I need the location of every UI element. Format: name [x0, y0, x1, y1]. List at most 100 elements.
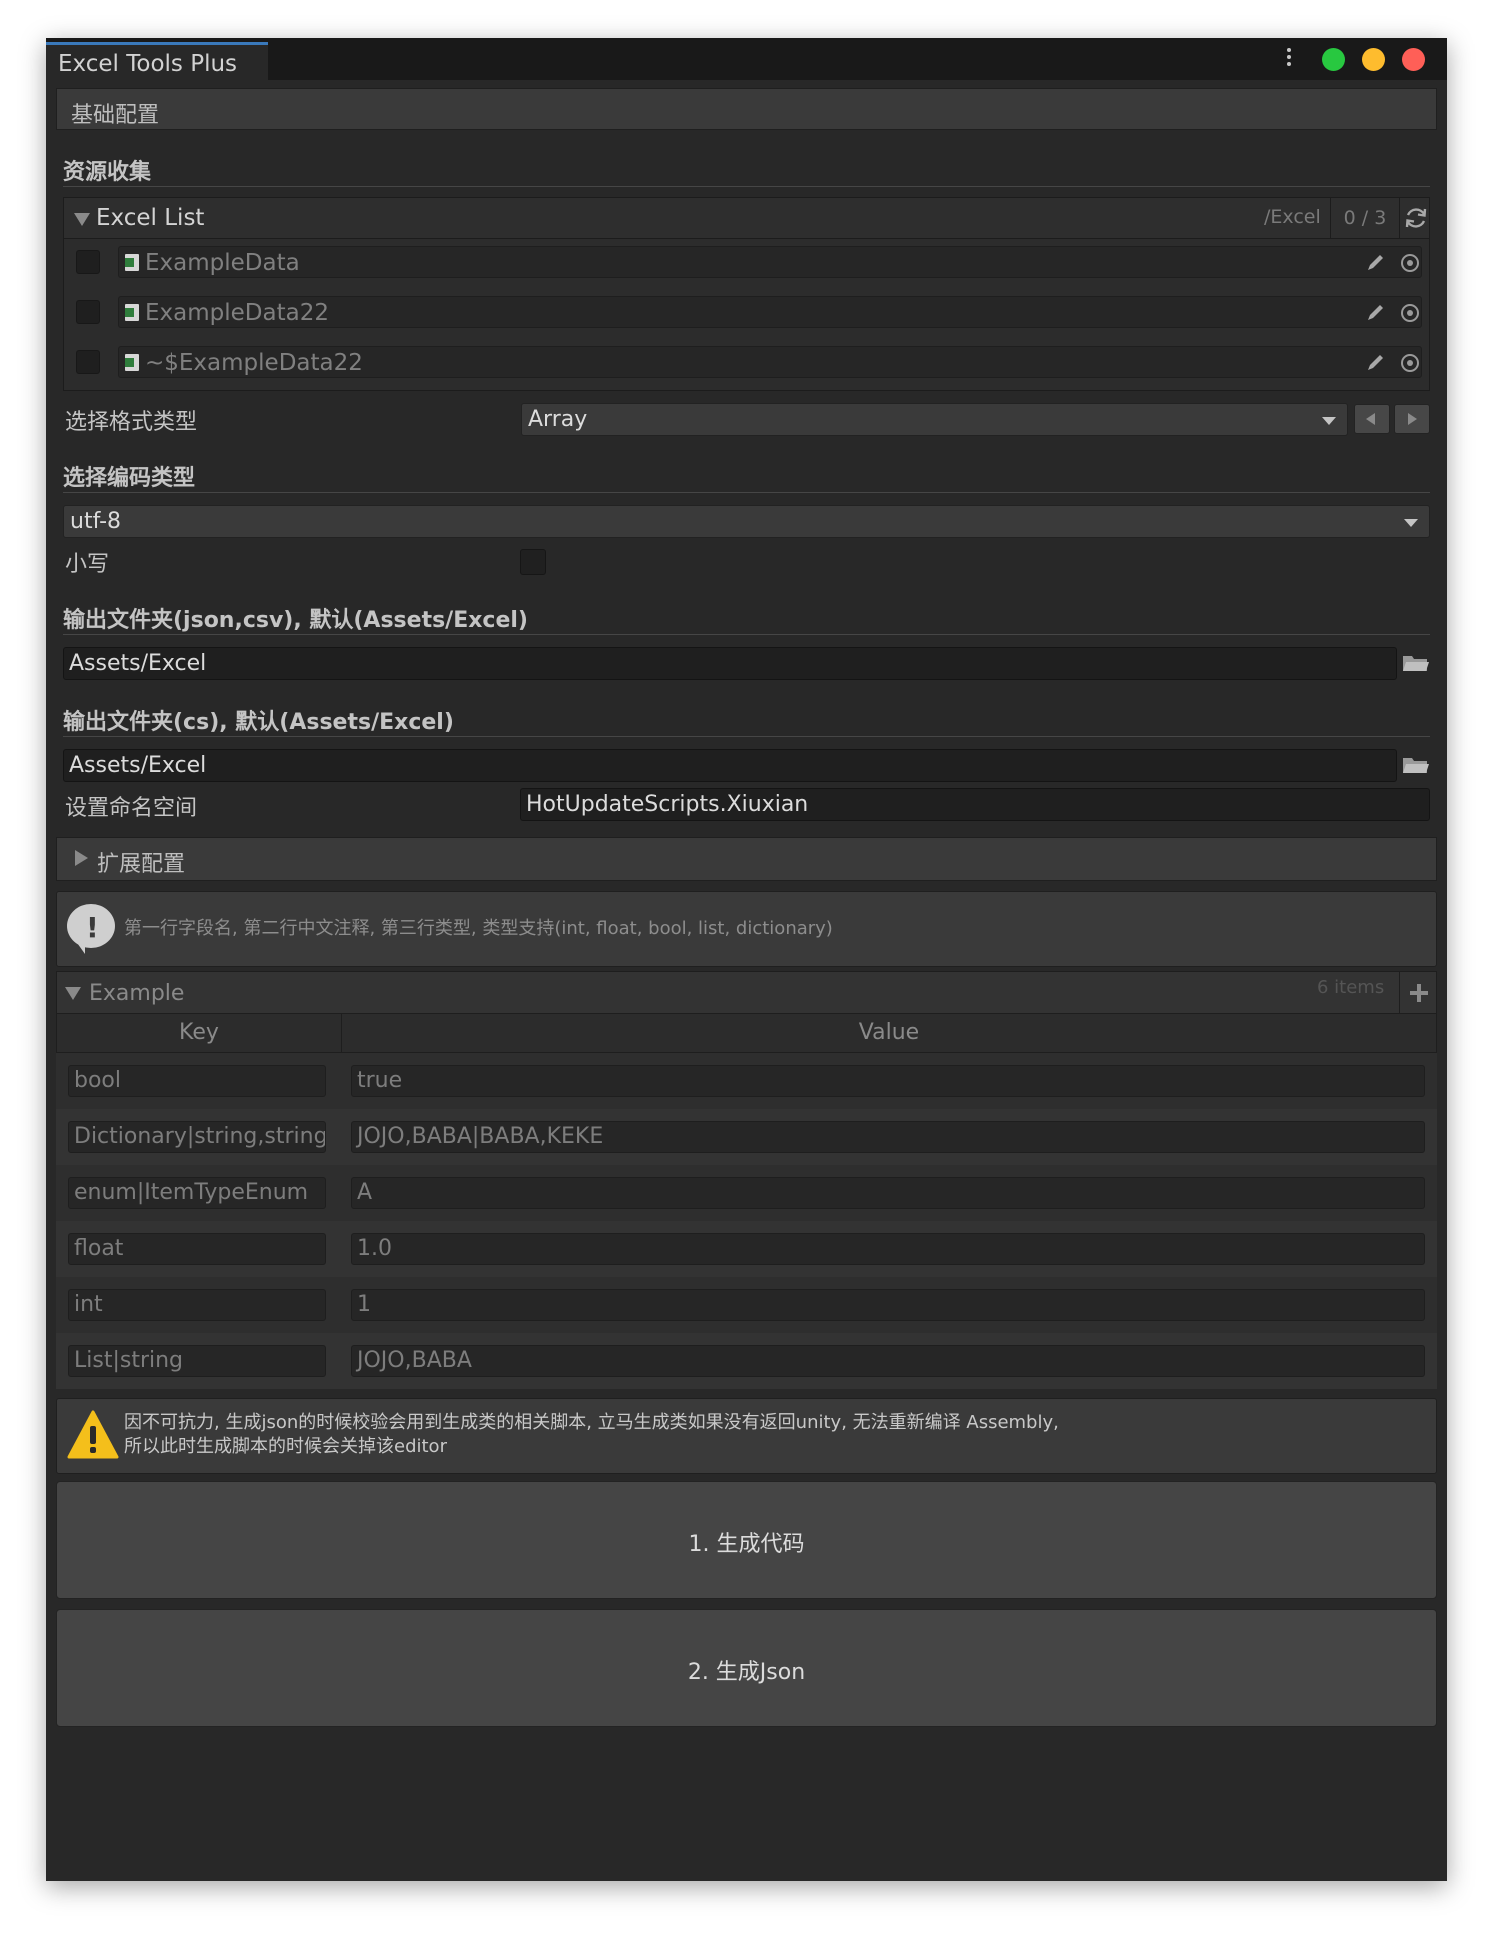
- basic-config-title: 基础配置: [71, 103, 160, 128]
- editor-window: Excel Tools Plus 基础配置 资源收集 Excel List /E…: [46, 38, 1447, 1881]
- warning-line-1: 因不可抗力, 生成json的时候校验会用到生成类的相关脚本, 立马生成类如果没有…: [124, 1412, 1059, 1433]
- pencil-icon[interactable]: [1365, 303, 1387, 323]
- format-type-label: 选择格式类型: [65, 410, 198, 435]
- foldout-expanded-icon[interactable]: [74, 213, 90, 226]
- output-json-heading: 输出文件夹(json,csv), 默认(Assets/Excel): [63, 608, 528, 633]
- foldout-expanded-icon: [65, 987, 81, 1000]
- list-item: ExampleData22: [74, 296, 1422, 328]
- table-row: int 1: [56, 1277, 1437, 1333]
- namespace-field[interactable]: HotUpdateScripts.Xiuxian: [520, 788, 1430, 821]
- info-icon: !: [67, 904, 115, 954]
- object-field[interactable]: ~$ExampleData22: [118, 346, 1422, 378]
- format-type-dropdown[interactable]: Array: [521, 403, 1348, 436]
- excel-list-title: Excel List: [96, 205, 205, 231]
- pencil-icon[interactable]: [1365, 253, 1387, 273]
- resource-collect-heading: 资源收集: [63, 160, 152, 185]
- output-json-path-field[interactable]: Assets/Excel: [63, 647, 1397, 680]
- key-text: bool: [74, 1068, 121, 1093]
- title-bar: Excel Tools Plus: [46, 38, 1447, 80]
- table-row: Dictionary|string,string JOJO,BABA|BABA,…: [56, 1109, 1437, 1165]
- info-text: 第一行字段名, 第二行中文注释, 第三行类型, 类型支持(int, float,…: [124, 918, 833, 939]
- value-field[interactable]: JOJO,BABA|BABA,KEKE: [351, 1121, 1425, 1153]
- item-checkbox[interactable]: [76, 300, 100, 324]
- key-field[interactable]: List|string: [68, 1345, 326, 1377]
- object-picker-icon[interactable]: [1401, 254, 1419, 272]
- key-field[interactable]: int: [68, 1289, 326, 1321]
- key-field[interactable]: enum|ItemTypeEnum: [68, 1177, 326, 1209]
- value-text: A: [357, 1180, 373, 1205]
- lowercase-checkbox[interactable]: [520, 549, 546, 575]
- object-field[interactable]: ExampleData22: [118, 296, 1422, 328]
- more-menu-icon[interactable]: [1286, 48, 1292, 70]
- next-format-button[interactable]: [1394, 404, 1430, 434]
- object-picker-icon[interactable]: [1401, 304, 1419, 322]
- divider: [63, 736, 1430, 737]
- key-field[interactable]: Dictionary|string,string: [68, 1121, 326, 1153]
- encoding-value: utf-8: [70, 509, 122, 534]
- warning-line-2: 所以此时生成脚本的时候会关掉该editor: [124, 1436, 447, 1457]
- value-text: JOJO,BABA|BABA,KEKE: [357, 1124, 604, 1149]
- pencil-icon[interactable]: [1365, 353, 1387, 373]
- value-field[interactable]: A: [351, 1177, 1425, 1209]
- item-checkbox[interactable]: [76, 350, 100, 374]
- value-text: JOJO,BABA: [357, 1348, 472, 1373]
- generate-code-button[interactable]: 1. 生成代码: [56, 1481, 1437, 1599]
- excel-list-path: /Excel: [1264, 206, 1321, 228]
- folder-icon[interactable]: [1402, 755, 1430, 775]
- value-field[interactable]: JOJO,BABA: [351, 1345, 1425, 1377]
- warning-text: 因不可抗力, 生成json的时候校验会用到生成类的相关脚本, 立马生成类如果没有…: [124, 1411, 1059, 1459]
- table-row: enum|ItemTypeEnum A: [56, 1165, 1437, 1221]
- encoding-heading: 选择编码类型: [63, 466, 196, 491]
- generate-code-label: 1. 生成代码: [688, 1532, 805, 1557]
- key-text: Dictionary|string,string: [74, 1124, 326, 1149]
- example-dictionary-header[interactable]: Example 6 items: [56, 971, 1437, 1014]
- chevron-down-icon: [1322, 417, 1336, 425]
- divider: [63, 634, 1430, 635]
- chevron-down-icon: [1404, 519, 1418, 527]
- refresh-icon[interactable]: [1403, 205, 1429, 231]
- value-text: 1.0: [357, 1236, 392, 1261]
- format-type-value: Array: [528, 407, 588, 432]
- excel-file-icon: [125, 254, 139, 271]
- encoding-dropdown[interactable]: utf-8: [63, 505, 1430, 538]
- value-field[interactable]: true: [351, 1065, 1425, 1097]
- object-picker-icon[interactable]: [1401, 354, 1419, 372]
- list-item: ExampleData: [74, 246, 1422, 278]
- output-json-path: Assets/Excel: [69, 651, 207, 676]
- window-tab[interactable]: Excel Tools Plus: [46, 42, 268, 80]
- warning-icon: [67, 1410, 119, 1459]
- output-cs-heading: 输出文件夹(cs), 默认(Assets/Excel): [63, 710, 454, 735]
- value-column-header: Value: [341, 1013, 1437, 1053]
- item-checkbox[interactable]: [76, 250, 100, 274]
- red-close-button[interactable]: [1402, 48, 1425, 71]
- green-window-button[interactable]: [1322, 48, 1345, 71]
- generate-json-label: 2. 生成Json: [687, 1660, 806, 1685]
- example-count: 6 items: [1317, 977, 1385, 998]
- previous-format-button[interactable]: [1354, 404, 1390, 434]
- excel-file-icon: [125, 354, 139, 371]
- key-field[interactable]: bool: [68, 1065, 326, 1097]
- example-title: Example: [89, 981, 185, 1006]
- folder-icon[interactable]: [1402, 653, 1430, 673]
- excel-list-header[interactable]: Excel List /Excel 0 / 3: [64, 198, 1429, 239]
- key-text: float: [74, 1236, 124, 1261]
- value-text: 1: [357, 1292, 371, 1317]
- output-cs-path-field[interactable]: Assets/Excel: [63, 749, 1397, 782]
- add-item-button[interactable]: [1399, 972, 1438, 1013]
- extend-config-foldout[interactable]: 扩展配置: [56, 837, 1437, 881]
- key-text: enum|ItemTypeEnum: [74, 1180, 309, 1205]
- value-field[interactable]: 1: [351, 1289, 1425, 1321]
- foldout-collapsed-icon: [75, 850, 88, 866]
- divider: [63, 186, 1430, 187]
- namespace-value: HotUpdateScripts.Xiuxian: [526, 792, 809, 817]
- yellow-window-button[interactable]: [1362, 48, 1385, 71]
- object-name: ~$ExampleData22: [145, 350, 363, 376]
- generate-json-button[interactable]: 2. 生成Json: [56, 1609, 1437, 1727]
- window-tab-label: Excel Tools Plus: [58, 51, 238, 77]
- key-column-header: Key: [56, 1013, 342, 1053]
- object-field[interactable]: ExampleData: [118, 246, 1422, 278]
- object-name: ExampleData22: [145, 300, 329, 326]
- key-field[interactable]: float: [68, 1233, 326, 1265]
- output-cs-path: Assets/Excel: [69, 753, 207, 778]
- value-field[interactable]: 1.0: [351, 1233, 1425, 1265]
